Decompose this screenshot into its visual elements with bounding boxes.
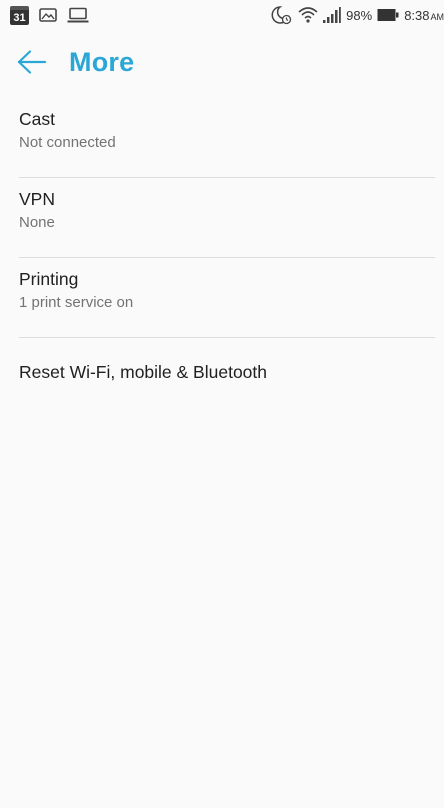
settings-item-summary: Not connected (19, 134, 116, 151)
clock-time: 8:38 (404, 7, 430, 23)
settings-item-title: Reset Wi-Fi, mobile & Bluetooth (19, 362, 268, 382)
status-bar: 31 98% 8:38AM (0, 0, 444, 30)
wifi-icon (298, 6, 318, 24)
status-bar-right: 98% 8:38AM (271, 5, 444, 25)
settings-item-summary: 1 print service on (19, 294, 134, 311)
clock-suffix: AM (430, 11, 444, 22)
settings-list: Cast Not connected VPN None Printing 1 p… (0, 98, 444, 398)
clock: 8:38AM (404, 8, 444, 23)
settings-item-title: Cast (19, 109, 55, 129)
settings-item-reset-network[interactable]: Reset Wi-Fi, mobile & Bluetooth (0, 338, 444, 398)
settings-item-vpn[interactable]: VPN None (0, 178, 444, 258)
settings-item-printing[interactable]: Printing 1 print service on (0, 258, 444, 338)
do-not-disturb-alarm-icon (271, 5, 293, 25)
arrow-back-icon (17, 49, 47, 79)
status-bar-left: 31 (10, 5, 89, 25)
battery-icon (377, 8, 399, 22)
page-title: More (69, 47, 135, 77)
back-button[interactable] (12, 44, 52, 84)
signal-icon (323, 7, 341, 23)
settings-item-title: VPN (19, 189, 55, 209)
app-header: More (0, 30, 444, 98)
settings-item-summary: None (19, 214, 55, 231)
calendar-icon: 31 (10, 5, 29, 25)
battery-percent: 98% (346, 7, 373, 23)
settings-item-cast[interactable]: Cast Not connected (0, 98, 444, 178)
laptop-icon (67, 7, 89, 23)
settings-item-title: Printing (19, 269, 79, 289)
image-icon (39, 7, 57, 23)
